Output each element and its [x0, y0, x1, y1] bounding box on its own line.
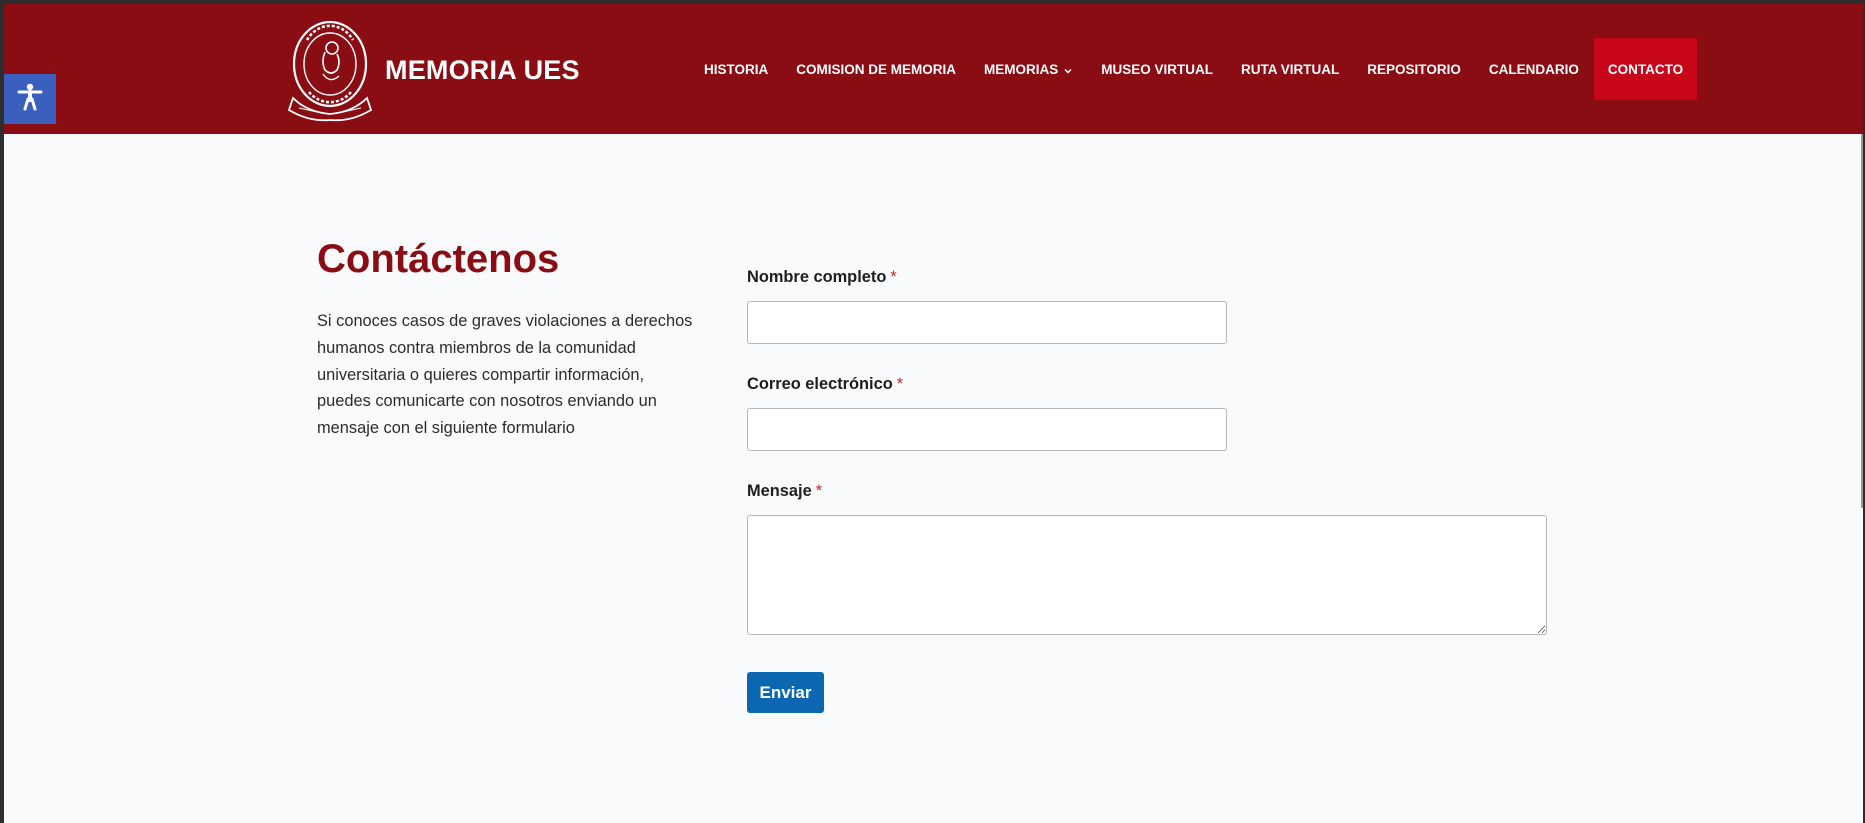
page-title: Contáctenos — [317, 237, 560, 281]
site-header: MEMORIA UES HISTORIA COMISION DE MEMORIA… — [4, 4, 1863, 134]
nav-item-label: REPOSITORIO — [1367, 61, 1461, 77]
required-marker: * — [815, 482, 823, 500]
nav-item-label: HISTORIA — [704, 61, 769, 77]
label-text: Nombre completo — [747, 268, 887, 286]
nav-item-comision-de-memoria[interactable]: COMISION DE MEMORIA — [782, 38, 970, 100]
site-title[interactable]: MEMORIA UES — [385, 54, 580, 86]
nav-item-label: RUTA VIRTUAL — [1241, 61, 1340, 77]
intro-text: Si conoces casos de graves violaciones a… — [317, 312, 693, 438]
email-field-label: Correo electrónico * — [747, 373, 903, 395]
nav-item-historia[interactable]: HISTORIA — [690, 38, 782, 100]
nav-item-museo-virtual[interactable]: MUSEO VIRTUAL — [1087, 38, 1227, 100]
accessibility-button[interactable] — [4, 74, 56, 124]
name-field[interactable] — [747, 301, 1227, 344]
submit-button[interactable]: Enviar — [747, 672, 824, 713]
page: MEMORIA UES HISTORIA COMISION DE MEMORIA… — [4, 4, 1863, 823]
nav-item-ruta-virtual[interactable]: RUTA VIRTUAL — [1227, 38, 1353, 100]
university-seal-icon[interactable] — [287, 18, 373, 122]
nav-item-repositorio[interactable]: REPOSITORIO — [1353, 38, 1475, 100]
label-text: Mensaje — [747, 482, 812, 500]
nav-item-label: COMISION DE MEMORIA — [796, 61, 957, 77]
nav-item-label: CALENDARIO — [1488, 61, 1579, 77]
email-field[interactable] — [747, 408, 1227, 451]
chevron-down-icon — [1063, 64, 1073, 74]
nav-item-label: MUSEO VIRTUAL — [1101, 61, 1214, 77]
message-field[interactable] — [747, 515, 1547, 635]
required-marker: * — [896, 375, 904, 393]
name-field-label: Nombre completo * — [747, 266, 897, 288]
nav-item-label: MEMORIAS — [984, 61, 1059, 77]
main-nav: HISTORIA COMISION DE MEMORIA MEMORIAS MU… — [690, 38, 1698, 100]
nav-item-calendario[interactable]: CALENDARIO — [1475, 38, 1593, 100]
required-marker: * — [890, 268, 897, 286]
message-field-label: Mensaje * — [747, 480, 822, 502]
label-text: Correo electrónico — [747, 375, 893, 393]
scrollbar[interactable] — [1861, 134, 1863, 508]
nav-item-contacto[interactable]: CONTACTO — [1593, 38, 1698, 100]
accessibility-person-icon — [15, 82, 45, 117]
nav-item-label: CONTACTO — [1607, 61, 1684, 77]
nav-item-memorias[interactable]: MEMORIAS — [970, 38, 1087, 100]
